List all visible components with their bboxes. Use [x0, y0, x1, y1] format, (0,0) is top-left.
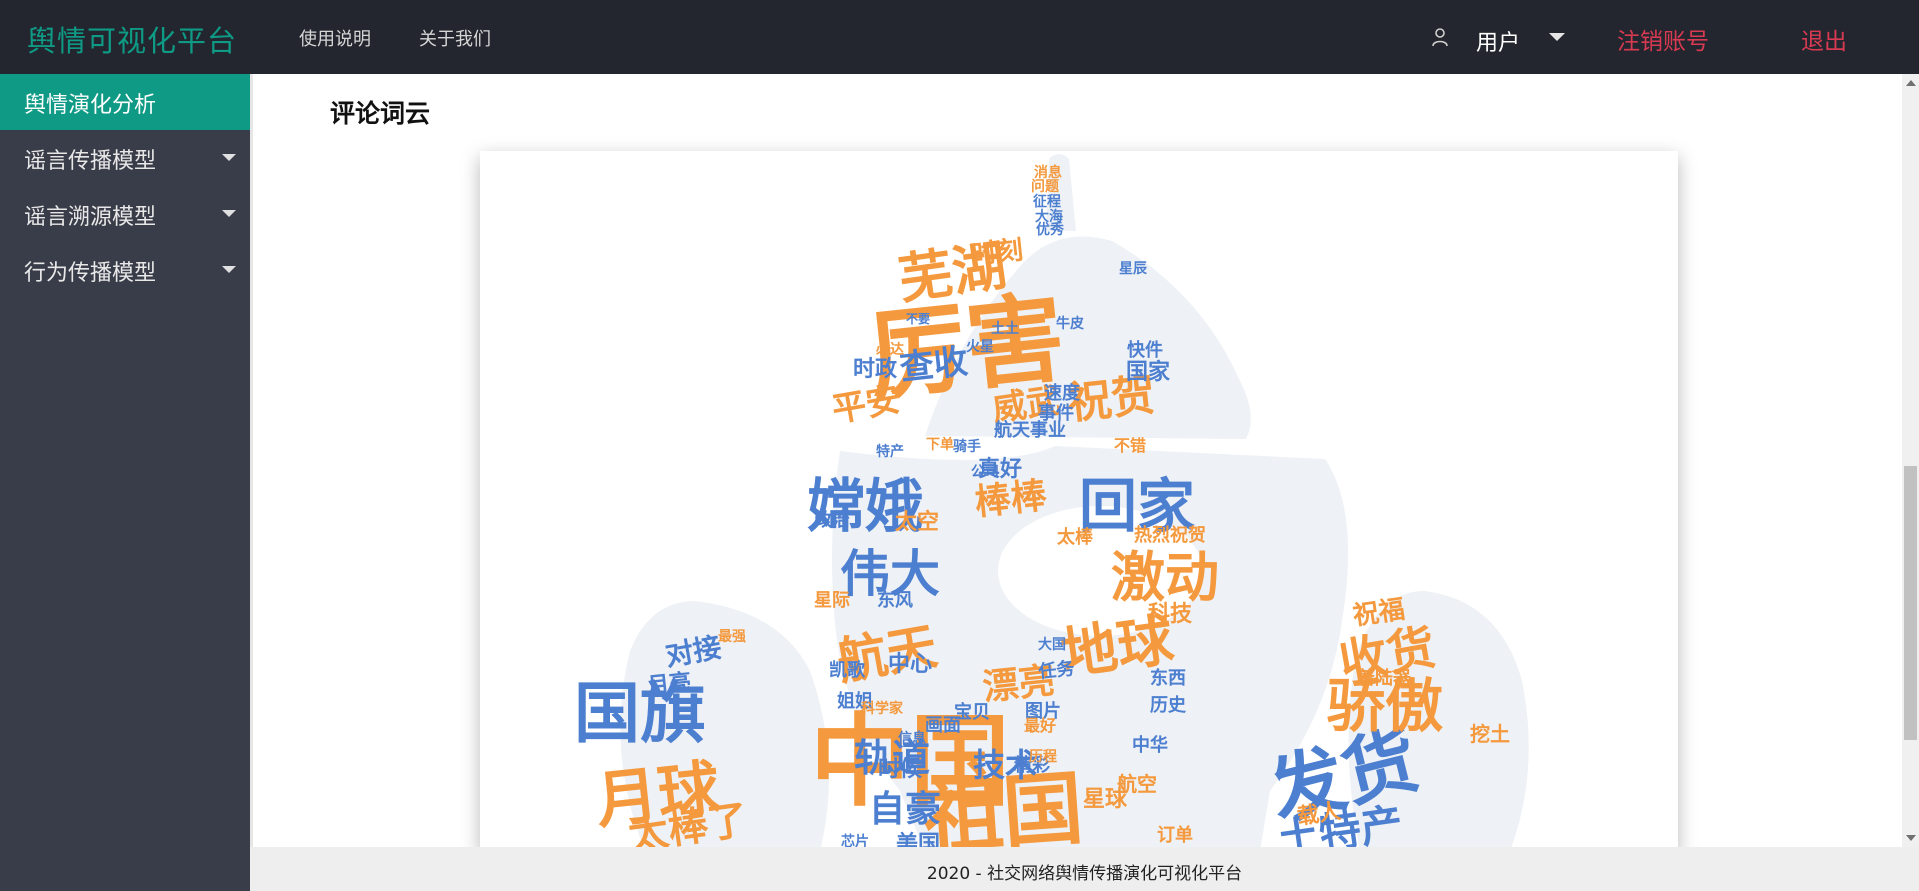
word-cloud-word: 查收: [898, 343, 970, 388]
word-cloud-word: 信息: [898, 730, 926, 746]
exit-link[interactable]: 退出: [1801, 22, 1847, 56]
word-cloud-word: 快件: [1127, 339, 1163, 360]
word-cloud-word: 政治: [814, 509, 850, 530]
sidebar-item-label: 谣言溯源模型: [24, 205, 157, 230]
section-title: 评论词云: [330, 99, 431, 128]
sidebar-item-behavior-spread-model[interactable]: 行为传播模型: [0, 242, 250, 298]
word-cloud-word: 问题: [1031, 178, 1060, 194]
word-cloud-word: 优秀: [1036, 221, 1065, 237]
word-cloud-word: 最强: [718, 628, 746, 644]
word-cloud-word: 火星: [966, 338, 994, 354]
logout-account-link[interactable]: 注销账号: [1617, 22, 1709, 56]
word-cloud-word: 时刻: [970, 234, 1025, 269]
word-cloud-word: 挖土: [1470, 722, 1510, 746]
word-cloud-word: 科学家: [861, 700, 904, 716]
word-cloud-word: 骑手: [953, 438, 981, 454]
nav-about-us[interactable]: 关于我们: [419, 25, 491, 51]
word-cloud-word: 最好: [1024, 717, 1056, 735]
scroll-up-icon[interactable]: [1906, 80, 1916, 86]
word-cloud-word: 下单: [926, 436, 954, 452]
footer: 2020 - 社交网络舆情传播演化可视化平台: [250, 847, 1919, 891]
word-cloud-word: 月亮: [645, 669, 692, 699]
word-cloud-image: 厉害芜湖查收平安时政时刻威武 祝贺航天事业速度事件国家快件嫦娥 回家真好棒棒伟大 激动…: [574, 154, 1529, 847]
word-cloud-word: 不要: [906, 311, 930, 326]
word-cloud-word: 凯歌: [829, 659, 866, 680]
word-cloud-word: 航空: [1117, 772, 1157, 796]
word-cloud-word: 太棒: [1057, 526, 1094, 547]
word-cloud-word: 大国: [1038, 636, 1066, 652]
chevron-down-icon: [222, 210, 236, 217]
word-cloud-word: 订单: [1157, 824, 1193, 845]
word-cloud-word: 征程: [1033, 193, 1061, 209]
word-cloud-word: 任务: [1036, 657, 1076, 682]
sidebar-item-label: 行为传播模型: [24, 261, 157, 286]
sidebar-item-rumor-source-model[interactable]: 谣言溯源模型: [0, 186, 250, 242]
scroll-down-icon[interactable]: [1906, 835, 1916, 841]
word-cloud-word: 必达: [875, 341, 904, 357]
word-cloud-word: 历史: [1150, 694, 1187, 715]
word-cloud-word: 热烈祝贺: [1134, 524, 1206, 545]
chevron-down-icon: [222, 266, 236, 273]
sidebar-item-opinion-evolution[interactable]: 舆情演化分析: [0, 74, 250, 130]
word-cloud-word: 特产: [876, 443, 904, 459]
word-cloud-word: 着陆器: [1356, 667, 1412, 688]
word-cloud-word: 棒棒: [973, 474, 1050, 522]
word-cloud-word: 时政: [853, 356, 898, 381]
word-cloud-word: 时候: [878, 756, 923, 781]
word-cloud-word: 科技: [1148, 601, 1193, 626]
word-cloud-word: 不错: [1114, 436, 1146, 455]
word-cloud-word: 画面: [925, 715, 961, 735]
word-cloud-word: 公司: [971, 463, 999, 479]
word-cloud-card: 厉害 芜湖 查收 平安 时政 时刻 威武 祝贺 航天事业 速度 事件 国家 快件 嫦娥 回家 真好 棒棒 伟大 激动…: [480, 151, 1678, 847]
word-cloud-word: 历程: [1029, 748, 1057, 764]
word-cloud-word: 东西: [1150, 667, 1186, 688]
sidebar-item-rumor-spread-model[interactable]: 谣言传播模型: [0, 130, 250, 186]
scroll-thumb[interactable]: [1904, 466, 1917, 740]
nav-usage-guide[interactable]: 使用说明: [299, 25, 371, 51]
word-cloud-word: 美国: [896, 831, 940, 847]
sidebar-item-label: 谣言传播模型: [24, 149, 157, 174]
word-cloud-word: 星际: [814, 590, 850, 610]
word-cloud-word: 土土: [991, 320, 1019, 336]
word-cloud-word: 激动: [1111, 548, 1219, 608]
sidebar: 舆情演化分析 谣言传播模型 谣言溯源模型 行为传播模型: [0, 74, 250, 891]
word-cloud-word: 速度: [1044, 382, 1081, 403]
chevron-down-icon[interactable]: [1549, 33, 1565, 41]
word-cloud-word: 国家: [1126, 359, 1171, 384]
word-cloud-word: 牛皮: [1056, 315, 1084, 331]
word-cloud-word: 星辰: [1119, 260, 1148, 276]
sidebar-item-label: 舆情演化分析: [24, 93, 157, 118]
chevron-down-icon: [222, 154, 236, 161]
footer-text: 2020 - 社交网络舆情传播演化可视化平台: [926, 864, 1243, 884]
word-cloud-word: 事件: [1038, 402, 1074, 423]
vertical-scrollbar[interactable]: [1902, 74, 1919, 847]
word-cloud-word: 中华: [1132, 734, 1168, 755]
user-name[interactable]: 用户: [1476, 25, 1520, 57]
word-cloud-word: 东风: [877, 589, 913, 610]
word-cloud-word: 自豪: [869, 788, 941, 829]
top-navbar: 舆情可视化平台 使用说明 关于我们 用户 注销账号 退出: [0, 0, 1919, 74]
word-cloud-word: 中心: [888, 651, 932, 676]
word-cloud-word: 平安: [829, 381, 903, 430]
user-icon[interactable]: [1431, 27, 1449, 47]
word-cloud-word: 太空: [895, 509, 939, 534]
brand-title[interactable]: 舆情可视化平台: [27, 18, 237, 60]
word-cloud-word: 芯片: [841, 833, 869, 847]
main-content: 评论词云 厉害 芜湖 查收 平安 时政 时刻 威武 祝贺 航天事业 速度 事件 国家 快件 嫦娥 回家 真好棒…: [250, 74, 1902, 847]
